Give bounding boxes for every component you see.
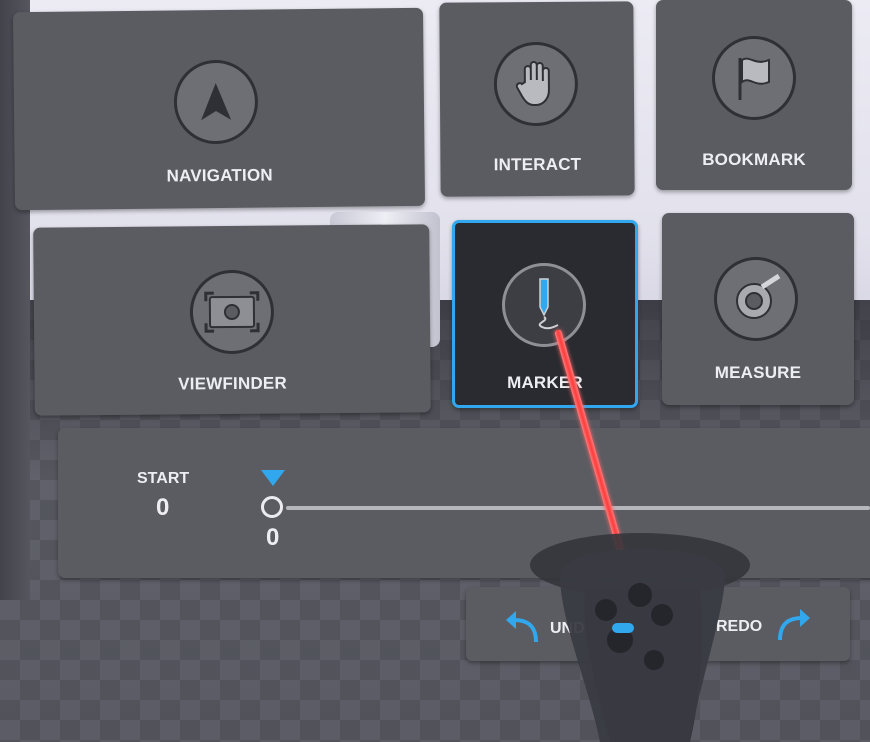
timeline-scrubber[interactable] bbox=[261, 496, 283, 518]
start-label: START bbox=[137, 470, 190, 487]
marker-label: MARKER bbox=[507, 373, 583, 392]
laser-pointer-origin bbox=[614, 548, 626, 560]
undo-label: UNDO bbox=[550, 620, 598, 637]
marker-tile[interactable]: MARKER bbox=[452, 220, 638, 408]
navigation-arrow-icon bbox=[173, 59, 259, 145]
undo-button[interactable]: UNDO bbox=[496, 600, 646, 650]
tape-measure-icon bbox=[714, 257, 798, 341]
playhead-marker-icon[interactable] bbox=[261, 470, 285, 486]
interact-label: INTERACT bbox=[493, 154, 582, 175]
redo-button[interactable]: REDO bbox=[700, 600, 820, 650]
vr-scene: NAVIGATION INTERACT BOOKMARK VIEWFINDER bbox=[0, 0, 870, 742]
bookmark-tile[interactable]: BOOKMARK bbox=[656, 0, 852, 190]
viewfinder-label: VIEWFINDER bbox=[178, 373, 287, 394]
measure-tile[interactable]: MEASURE bbox=[662, 213, 854, 405]
undo-arrow-icon bbox=[502, 608, 542, 649]
current-frame-value: 0 bbox=[266, 524, 280, 551]
navigation-label: NAVIGATION bbox=[166, 165, 273, 186]
marker-pen-icon bbox=[502, 263, 586, 347]
bookmark-label: BOOKMARK bbox=[702, 150, 806, 169]
camera-frame-icon bbox=[189, 269, 275, 355]
start-value: 0 bbox=[156, 494, 170, 521]
timeline-panel bbox=[58, 428, 870, 578]
interact-tile[interactable]: INTERACT bbox=[439, 1, 635, 197]
hand-icon bbox=[493, 41, 579, 127]
flag-icon bbox=[712, 36, 796, 120]
navigation-tile[interactable]: NAVIGATION bbox=[12, 7, 426, 211]
measure-label: MEASURE bbox=[714, 363, 802, 382]
redo-label: REDO bbox=[716, 618, 763, 635]
redo-arrow-icon bbox=[774, 606, 814, 647]
timeline-track[interactable] bbox=[286, 506, 870, 510]
viewfinder-tile[interactable]: VIEWFINDER bbox=[33, 224, 431, 416]
